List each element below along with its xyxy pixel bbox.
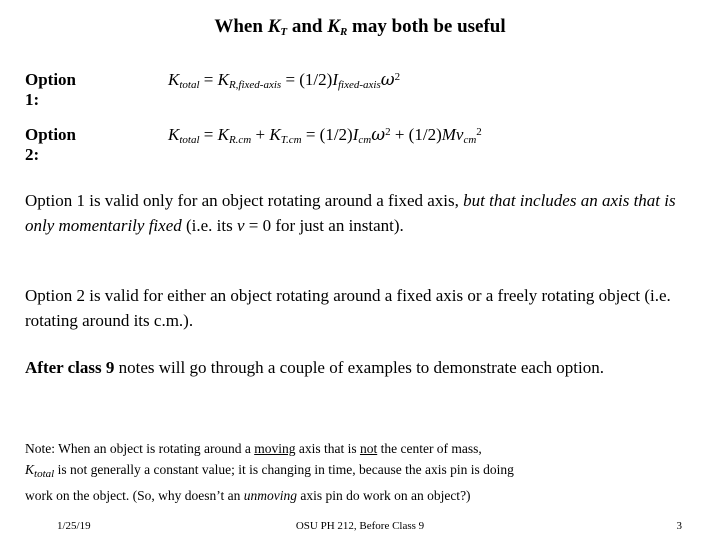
note-underline-not: not [359,441,378,456]
eq2-k2-sub: R.cm [228,134,252,146]
page-title: When KT and KR may both be useful [0,16,720,38]
note-text-1: Note: When an object is rotating around … [25,441,255,456]
eq2-plus-2: + (1/2) [390,125,442,144]
note-text-5: the center of mass, [377,441,482,456]
p1-text-4: = 0 for just an instant). [244,216,404,235]
note-underline-moving: moving [254,441,296,456]
title-text-a: When [214,16,268,37]
p3-text: notes will go through a couple of exampl… [114,358,604,377]
eq1-i-sub: fixed-axis [338,79,381,91]
eq1-omega-sup: 2 [394,71,401,83]
footnote-block: Note: When an object is rotating around … [25,438,705,506]
eq2-k: K [168,125,180,144]
eq2-k-sub: total [179,134,200,146]
title-symbol-k1: K [267,16,281,37]
eq1-k: K [168,70,180,89]
title-text-c: may both be useful [347,16,506,37]
option-1-equation: Ktotal = KR,fixed-axis = (1/2)Ifixed-axi… [168,70,400,91]
eq2-v-sup: 2 [476,126,482,138]
eq1-k2-sub: R,fixed-axis [228,79,282,91]
note-text-10: axis pin do work on an object?) [296,488,471,503]
eq2-k2: K [217,125,229,144]
eq2-omega: ω [371,125,386,145]
eq2-v-sub: cm [463,134,477,146]
p3-bold-text: After class 9 [25,358,115,377]
eq1-omega: ω [380,70,395,90]
eq2-i-sub: cm [358,134,372,146]
eq1-k-sub: total [179,79,200,91]
note-symbol-k: K [25,462,35,477]
eq2-m: M [441,125,456,144]
title-symbol-k2: K [327,16,340,37]
eq2-equals-2: = (1/2) [301,125,353,144]
footer-page-number: 3 [676,520,683,532]
note-text-7: is not generally a constant value; it is… [54,462,514,477]
p1-text-3: (i.e. its [181,216,237,235]
eq2-plus-1: + [251,125,270,144]
option-1-label: Option 1: [25,70,77,109]
eq1-equals-1: = [199,70,218,89]
paragraph-after-class: After class 9 notes will go through a co… [25,355,700,380]
p1-symbol-v: v [237,216,245,235]
eq2-equals-1: = [199,125,218,144]
note-symbol-k-sub: total [34,468,55,480]
slide-canvas: When KT and KR may both be useful Option… [0,0,720,540]
p1-text-1: Option 1 is valid only for an object rot… [25,191,464,210]
note-text-3: axis that is [295,441,360,456]
title-text-b: and [287,16,328,37]
eq2-k3-sub: T.cm [280,134,302,146]
footer-course-label: OSU PH 212, Before Class 9 [295,520,425,532]
option-2-equation: Ktotal = KR.cm + KT.cm = (1/2)Icmω2 + (1… [168,125,482,146]
paragraph-option-1-validity: Option 1 is valid only for an object rot… [25,188,700,238]
note-italic-unmoving: unmoving [243,488,297,503]
eq2-k3: K [269,125,281,144]
paragraph-option-2-validity: Option 2 is valid for either an object r… [25,286,671,330]
note-text-8: work on the object. (So, why doesn’t an [25,488,244,503]
eq1-equals-2: = (1/2) [281,70,333,89]
option-2-label: Option 2: [25,125,77,164]
slide-footer: 1/25/19 OSU PH 212, Before Class 9 3 [0,520,720,536]
eq1-k2: K [217,70,229,89]
